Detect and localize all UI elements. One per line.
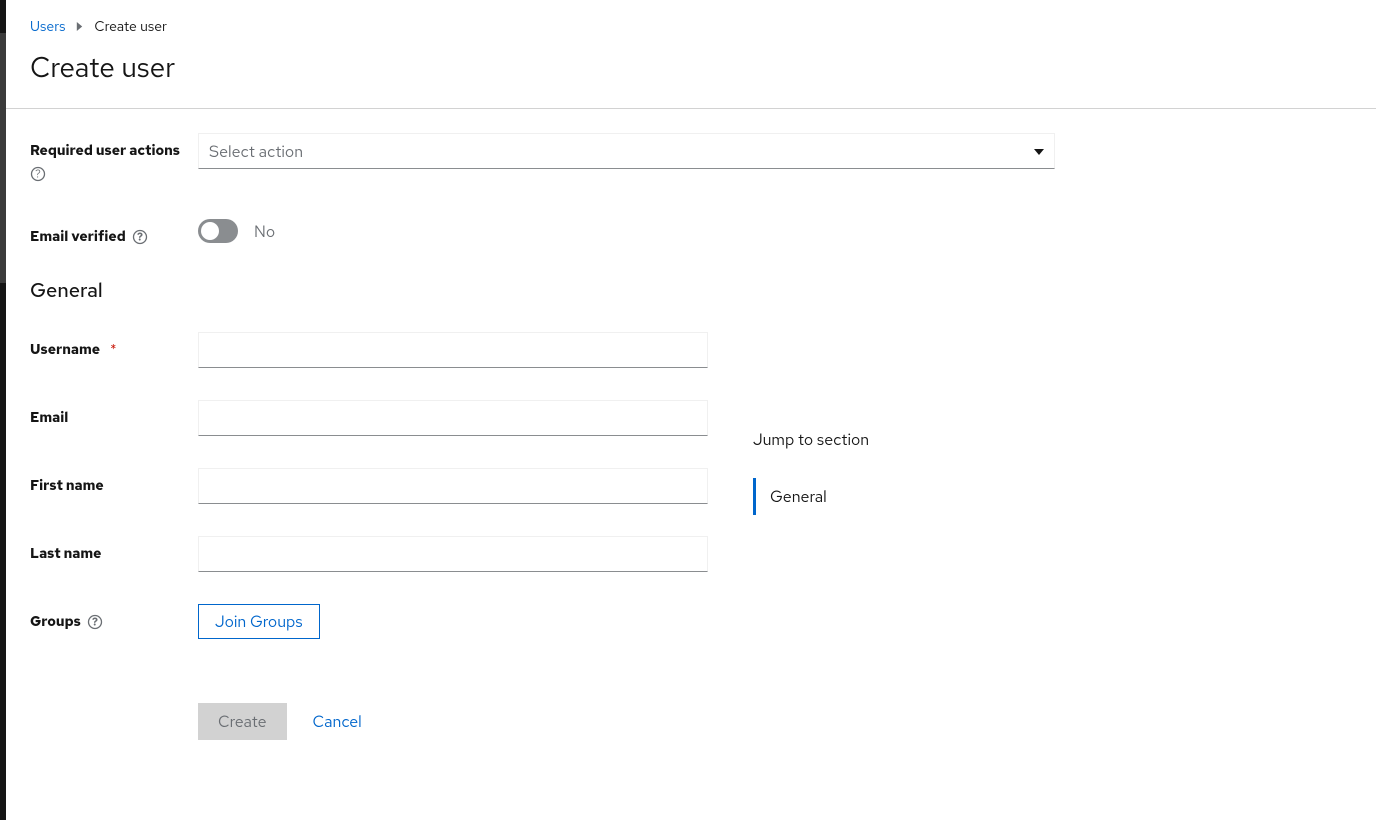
section-heading-general: General — [30, 278, 1352, 304]
select-placeholder: Select action — [209, 141, 1034, 162]
last-name-input[interactable] — [198, 536, 708, 572]
svg-text:?: ? — [137, 231, 143, 245]
jump-heading: Jump to section — [753, 429, 869, 450]
email-verified-toggle[interactable] — [198, 219, 238, 243]
caret-down-icon — [1034, 141, 1044, 162]
svg-text:?: ? — [35, 168, 41, 182]
username-input[interactable] — [198, 332, 708, 368]
email-input[interactable] — [198, 400, 708, 436]
email-verified-label: Email verified ? — [30, 228, 148, 246]
last-name-label: Last name — [30, 545, 101, 563]
svg-text:?: ? — [92, 616, 98, 630]
join-groups-button[interactable]: Join Groups — [198, 604, 320, 639]
help-icon[interactable]: ? — [87, 614, 103, 630]
groups-label: Groups ? — [30, 613, 103, 631]
email-verified-value: No — [254, 221, 275, 242]
toggle-knob — [201, 222, 219, 240]
first-name-input[interactable] — [198, 468, 708, 504]
help-icon[interactable]: ? — [132, 229, 148, 245]
required-actions-select[interactable]: Select action — [198, 133, 1055, 169]
breadcrumb: Users Create user — [6, 0, 1376, 44]
sidebar-active-region — [0, 33, 6, 283]
chevron-right-icon — [75, 18, 84, 36]
username-label: Username* — [30, 341, 116, 359]
sidebar-sliver — [0, 0, 6, 820]
help-icon[interactable]: ? — [30, 166, 46, 182]
first-name-label: First name — [30, 477, 104, 495]
jump-item-general[interactable]: General — [754, 478, 869, 515]
jump-to-section: Jump to section General — [753, 429, 869, 515]
email-label: Email — [30, 409, 68, 427]
breadcrumb-link-users[interactable]: Users — [30, 18, 65, 36]
jump-list: General — [753, 478, 869, 515]
create-user-form: Required user actions ? Select action — [6, 109, 1376, 796]
cancel-button[interactable]: Cancel — [313, 703, 362, 740]
breadcrumb-current: Create user — [94, 18, 167, 36]
page-title: Create user — [6, 44, 1376, 108]
create-button[interactable]: Create — [198, 703, 287, 740]
required-actions-label: Required user actions — [30, 142, 180, 160]
